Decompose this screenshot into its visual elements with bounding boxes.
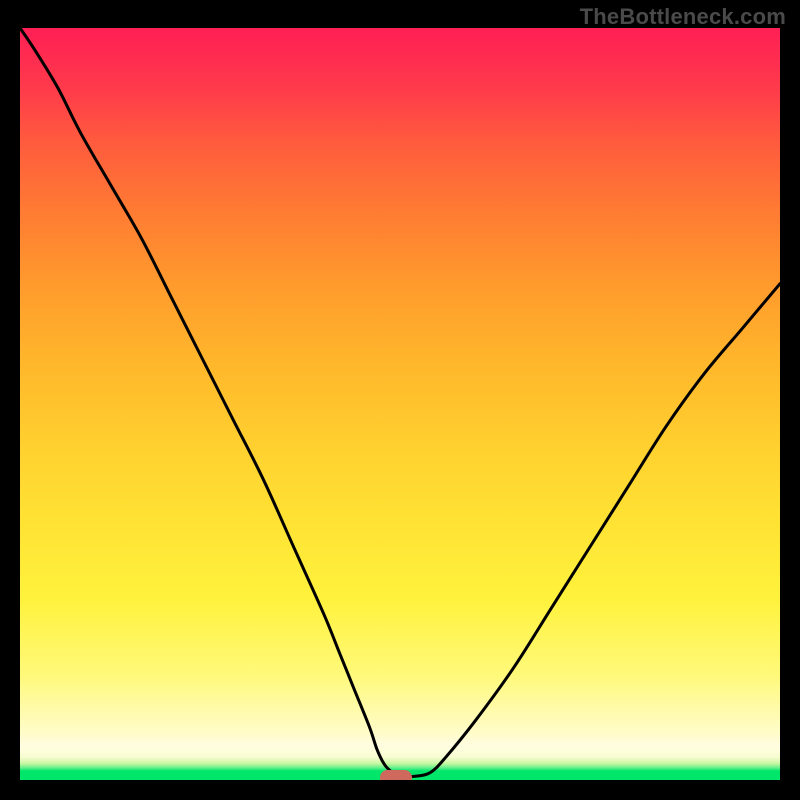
plot-area: [20, 28, 780, 780]
chart-frame: TheBottleneck.com: [0, 0, 800, 800]
watermark-text: TheBottleneck.com: [580, 4, 786, 30]
optimal-marker: [380, 770, 412, 780]
gradient-background: [20, 28, 780, 780]
